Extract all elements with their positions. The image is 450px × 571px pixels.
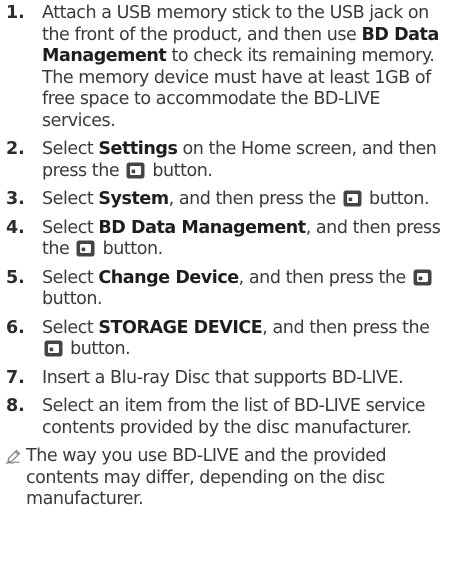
step-number: 4. <box>6 217 25 238</box>
step-text: Select STORAGE DEVICE, and then press th… <box>42 318 450 361</box>
step-3: 3. Select System, and then press the butt… <box>0 189 450 211</box>
note: The way you use BD-LIVE and the provided… <box>0 446 450 511</box>
step-number: 5. <box>6 267 25 288</box>
instruction-page: 1. Attach a USB memory stick to the USB j… <box>0 0 450 571</box>
step-text-run: button. <box>42 289 103 309</box>
step-text: Select System, and then press the button… <box>42 189 450 211</box>
step-number: 8. <box>6 396 25 416</box>
step-number: 1. <box>6 3 25 23</box>
step-text: Select BD Data Management, and then pres… <box>42 218 450 261</box>
step-text: Select an item from the list of BD-LIVE … <box>42 396 450 439</box>
step-number: 2. <box>6 139 25 159</box>
step-text: Insert a Blu-ray Disc that supports BD-L… <box>42 368 450 390</box>
step-8: 8. Select an item from the list of BD-LIV… <box>0 396 450 439</box>
step-number: 7. <box>6 367 25 388</box>
step-text: Select Change Device, and then press the… <box>42 268 450 311</box>
step-4: 4. Select BD Data Management, and then pr… <box>0 218 450 261</box>
step-2: 2. Select Settings on the Home screen, an… <box>0 139 450 182</box>
steps-list: 1. Attach a USB memory stick to the USB j… <box>0 3 450 439</box>
step-text-run: Select <box>42 189 99 209</box>
note-text: The way you use BD-LIVE and the provided… <box>26 446 387 509</box>
step-text-run: Select <box>42 317 99 338</box>
enter-button-icon <box>76 240 95 257</box>
step-text-run: button. <box>363 189 430 209</box>
step-text-run: , and then press the <box>168 189 341 209</box>
step-5: 5. Select Change Device, and then press t… <box>0 268 450 311</box>
step-menu-term: Change Device <box>98 267 239 288</box>
step-menu-term: Settings <box>98 139 178 159</box>
step-text-run: Select <box>42 267 99 288</box>
step-text: Attach a USB memory stick to the USB jac… <box>42 3 450 132</box>
step-text-run: Select <box>42 139 99 159</box>
step-text-run: button. <box>65 339 131 359</box>
step-number: 3. <box>6 189 25 209</box>
step-text-run: , and then press the <box>238 267 411 288</box>
step-text: Select Settings on the Home screen, and … <box>42 139 450 182</box>
step-menu-term: STORAGE DEVICE <box>98 317 263 338</box>
step-1: 1. Attach a USB memory stick to the USB j… <box>0 3 450 132</box>
enter-button-icon <box>44 340 63 357</box>
step-7: 7. Insert a Blu-ray Disc that supports BD… <box>0 368 450 390</box>
step-text-run: Select an item from the list of BD-LIVE … <box>42 396 426 438</box>
step-text-run: button. <box>97 239 164 259</box>
note-pencil-icon <box>0 446 26 469</box>
step-text-run: button. <box>147 160 213 181</box>
step-number: 6. <box>6 317 25 338</box>
enter-button-icon <box>413 269 432 286</box>
step-menu-term: BD Data Management <box>98 217 306 238</box>
enter-button-icon <box>126 162 145 179</box>
enter-button-icon <box>343 190 362 207</box>
step-6: 6. Select STORAGE DEVICE, and then press … <box>0 318 450 361</box>
step-text-run: , and then press the <box>262 317 430 338</box>
step-text-run: Insert a Blu-ray Disc that supports BD-L… <box>42 367 404 388</box>
step-text-run: Select <box>42 217 99 238</box>
step-menu-term: System <box>98 189 169 209</box>
